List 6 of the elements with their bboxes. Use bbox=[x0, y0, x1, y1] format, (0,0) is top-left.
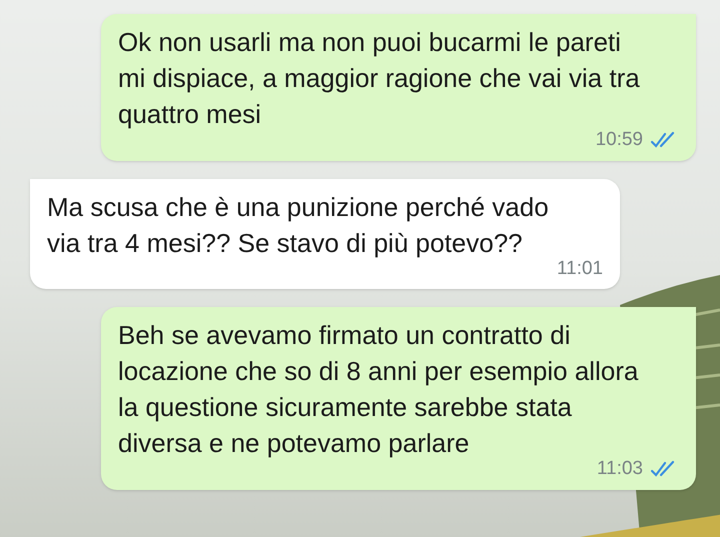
message-text: Ok non usarli ma non puoi bucarmi le pareti mi dispiace, a maggior ragione che vai via tra quattro mesi bbox=[118, 26, 641, 131]
message-time: 10:59 bbox=[595, 128, 643, 152]
message-text: Beh se avevamo firmato un contratto di locazione che so di 8 anni per esempio allora la questione sicuramente sarebbe stata diversa e ne potevamo parlare bbox=[118, 319, 640, 460]
message-text: Ma scusa che è una punizione perché vado via tra 4 mesi?? Se stavo di più potevo?? bbox=[47, 190, 550, 260]
message-time: 11:01 bbox=[556, 256, 603, 280]
message-time: 11:03 bbox=[596, 457, 643, 481]
